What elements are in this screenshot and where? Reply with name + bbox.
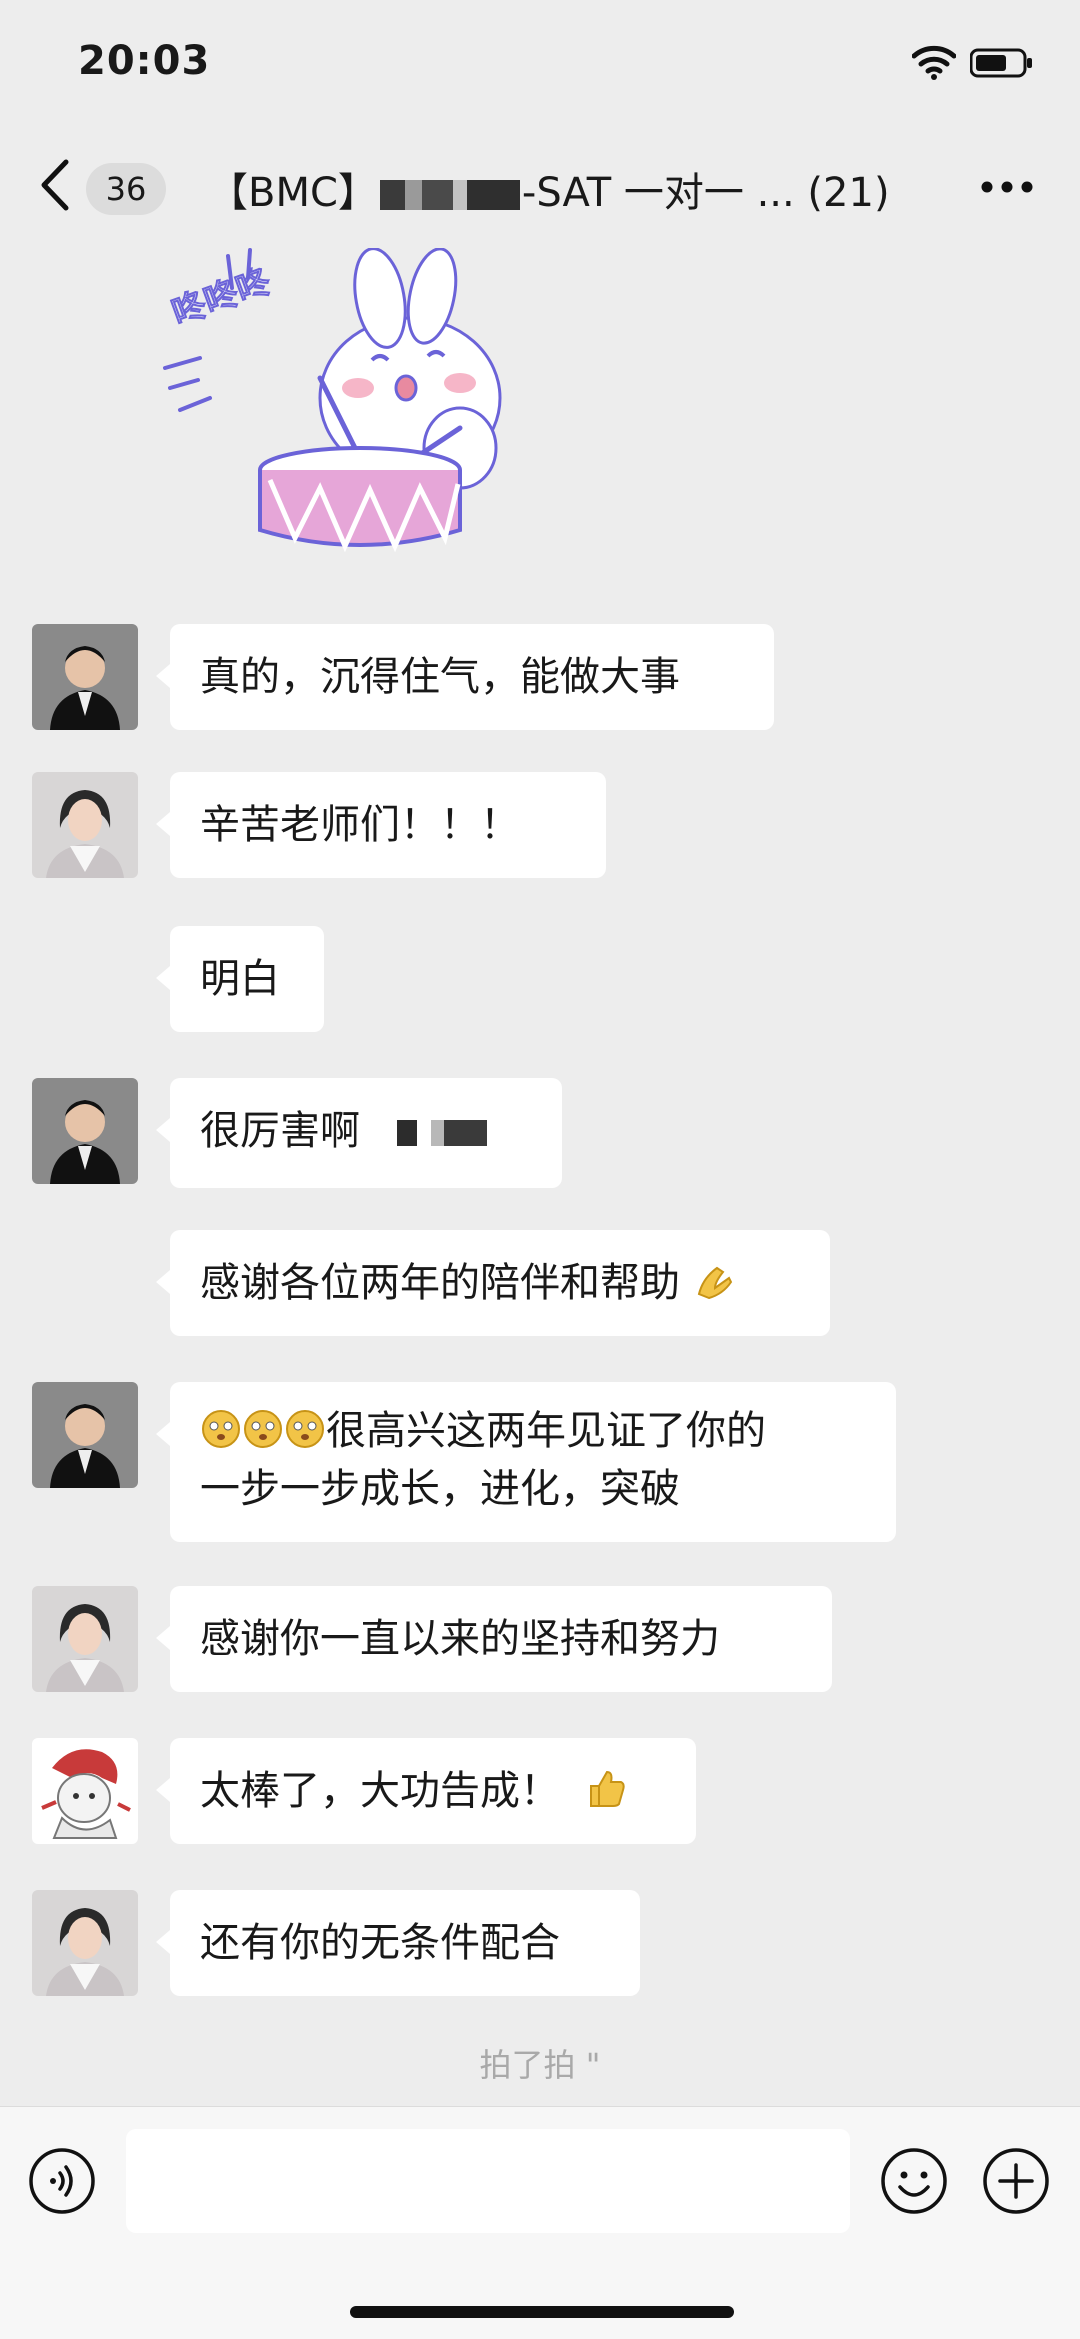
message-bubble[interactable]: 感谢你一直以来的坚持和努力 bbox=[156, 1586, 832, 1692]
avatar-male-teacher[interactable] bbox=[32, 1078, 138, 1184]
wow-face-emoji-icon bbox=[244, 1410, 282, 1448]
message-text-line-2: 一步一步成长，进化，突破 bbox=[200, 1466, 680, 1512]
system-message: 拍了拍 " bbox=[479, 2046, 601, 2084]
avatar-male-teacher[interactable] bbox=[32, 624, 138, 730]
input-bar bbox=[0, 2106, 1080, 2339]
avatar-female-teacher[interactable] bbox=[32, 772, 138, 878]
blurred-name bbox=[379, 180, 520, 210]
message-bubble[interactable]: 还有你的无条件配合 bbox=[156, 1890, 640, 1996]
emoji-picker-icon[interactable] bbox=[880, 2147, 948, 2215]
message-text: 感谢各位两年的陪伴和帮助 bbox=[200, 1260, 680, 1306]
unread-count-badge[interactable]: 36 bbox=[86, 163, 166, 215]
chat-header: 36 【BMC】 -SAT 一对一 ... (21) bbox=[0, 130, 1080, 240]
avatar-female-teacher[interactable] bbox=[32, 1890, 138, 1996]
thumbs-up-emoji-icon bbox=[589, 1770, 625, 1807]
message-input[interactable] bbox=[126, 2129, 850, 2233]
message-bubble[interactable]: 真的，沉得住气，能做大事 bbox=[156, 624, 774, 730]
chat-title[interactable]: 【BMC】 -SAT 一对一 ... (21) bbox=[208, 160, 890, 218]
wow-face-emoji-icon bbox=[286, 1410, 324, 1448]
avatar-cartoon[interactable] bbox=[32, 1738, 138, 1844]
message-text: 太棒了，大功告成！ bbox=[200, 1768, 560, 1814]
status-time: 20:03 bbox=[78, 38, 211, 84]
message-bubble[interactable]: 感谢各位两年的陪伴和帮助 bbox=[156, 1230, 830, 1336]
status-bar: 20:03 bbox=[0, 0, 1080, 130]
chat-title-prefix: 【BMC】 bbox=[208, 170, 378, 216]
message-text: 很厉害啊 bbox=[200, 1108, 360, 1154]
back-arrow-icon[interactable] bbox=[38, 158, 72, 212]
blurred-name bbox=[396, 1120, 487, 1146]
battery-icon bbox=[970, 48, 1032, 78]
message-bubble[interactable]: 很高兴这两年见证了你的 一步一步成长，进化，突破 bbox=[156, 1382, 896, 1542]
message-bubble[interactable]: 辛苦老师们！！！ bbox=[156, 772, 606, 878]
chat-title-suffix: -SAT 一对一 ... (21) bbox=[521, 170, 890, 216]
wifi-icon bbox=[912, 45, 956, 80]
message-bubble[interactable]: 明白 bbox=[156, 926, 324, 1032]
wow-face-emoji-icon bbox=[202, 1410, 240, 1448]
sticker-caption-1: 咚咚咚 bbox=[167, 261, 277, 333]
bunny-drum-sticker[interactable]: 咚咚咚 bbox=[160, 248, 540, 558]
home-indicator bbox=[350, 2306, 734, 2318]
avatar-female-teacher[interactable] bbox=[32, 1586, 138, 1692]
avatar-male-teacher[interactable] bbox=[32, 1382, 138, 1488]
clapping-hands-emoji-icon bbox=[697, 1266, 732, 1300]
more-actions-plus-icon[interactable] bbox=[982, 2147, 1050, 2215]
more-options-icon[interactable] bbox=[980, 180, 1034, 194]
voice-input-icon[interactable] bbox=[28, 2147, 96, 2215]
message-text: 很高兴这两年见证了你的 bbox=[326, 1408, 766, 1454]
message-bubble[interactable]: 太棒了，大功告成！ bbox=[156, 1738, 696, 1844]
message-bubble[interactable]: 很厉害啊 bbox=[156, 1078, 562, 1188]
